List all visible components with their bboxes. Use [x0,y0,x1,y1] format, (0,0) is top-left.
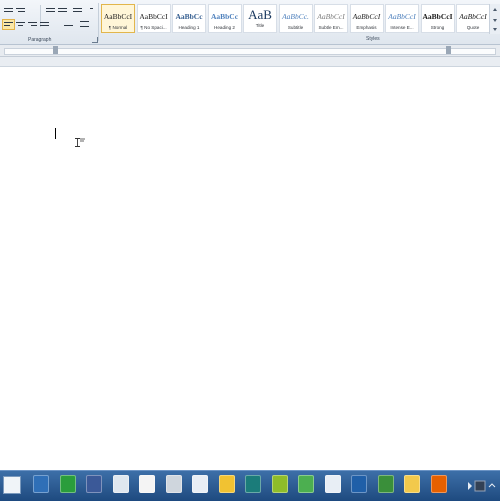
style-sample: AaBbCcI [315,8,347,25]
style-sample: AaBbCcI [386,8,418,25]
increase-indent-icon[interactable] [56,5,69,16]
style-sample: AaB [244,6,276,23]
mail-icon[interactable] [325,475,341,493]
style-tile-subtle-em[interactable]: AaBbCcISubtle Em... [314,4,348,33]
amazon-icon[interactable] [139,475,155,493]
publisher-icon[interactable] [245,475,261,493]
right-indent-marker[interactable] [446,46,451,54]
home-icon[interactable] [113,475,129,493]
folder-icon[interactable] [404,475,420,493]
media-center-icon[interactable] [60,475,76,493]
shading-icon[interactable] [62,19,75,30]
style-tile-strong[interactable]: AaBbCcIStrong [421,4,455,33]
separator [98,3,99,41]
ribbon-document-gap [0,57,500,67]
style-name: Heading 2 [209,25,241,30]
multilevel-list-icon[interactable] [14,5,27,16]
windows-explorer-icon[interactable] [33,475,49,493]
style-tile-emphasis[interactable]: AaBbCcIEmphasis [350,4,384,33]
styles-gallery: AaBbCcI¶ NormalAaBbCcI¶ No Spaci...AaBbC… [101,4,488,34]
document-icon[interactable] [192,475,208,493]
taskbar [0,470,500,501]
paragraph-group-label: Paragraph [28,37,51,43]
style-sample: AaBbCcI [457,8,489,25]
hulu-icon[interactable] [272,475,288,493]
project-icon[interactable] [378,475,394,493]
facebook-icon[interactable] [86,475,102,493]
style-name: Subtle Em... [315,25,347,30]
style-name: Title [244,23,276,28]
style-tile-title[interactable]: AaBTitle [243,4,277,33]
sort-icon[interactable] [71,5,84,16]
styles-gallery-scroll[interactable] [489,4,500,34]
outlook-icon[interactable] [351,475,367,493]
style-name: Quote [457,25,489,30]
style-sample: AaBbCc. [280,8,312,25]
style-tile-normal[interactable]: AaBbCcI¶ Normal [101,4,135,33]
text-cursor [55,128,56,139]
ribbon: Paragraph AaBbCcI¶ NormalAaBbCcI¶ No Spa… [0,0,500,45]
style-name: Subtitle [280,25,312,30]
style-name: Heading 1 [173,25,205,30]
paragraph-group: Paragraph [0,0,100,44]
style-tile-intense-e[interactable]: AaBbCcIIntense E... [385,4,419,33]
style-sample: AaBbCcI [102,8,134,25]
style-name: Strong [422,25,454,30]
styles-group-label: Styles [366,36,380,42]
show-hide-marks-icon[interactable] [85,5,98,16]
system-tray[interactable] [465,477,500,495]
style-tile-subtitle[interactable]: AaBbCc.Subtitle [279,4,313,33]
style-tile-heading-1[interactable]: AaBbCcHeading 1 [172,4,206,33]
style-sample: AaBbCcI [351,8,383,25]
chrome-icon[interactable] [298,475,314,493]
click-and-type-indicator-icon [80,138,86,143]
firefox-icon[interactable] [431,475,447,493]
document-page[interactable] [0,67,500,470]
style-sample: AaBbCc [209,8,241,25]
style-tile-heading-2[interactable]: AaBbCcHeading 2 [208,4,242,33]
ruler-track [4,48,496,55]
paint-icon[interactable] [219,475,235,493]
style-sample: AaBbCc [173,8,205,25]
style-name: Emphasis [351,25,383,30]
style-name: ¶ Normal [102,25,134,30]
gallery-scroll-arrows-icon [490,4,500,34]
printer-icon[interactable] [166,475,182,493]
start-button[interactable] [3,476,21,494]
style-tile-quote[interactable]: AaBbCcIQuote [456,4,490,33]
borders-icon[interactable] [78,19,91,30]
style-sample: AaBbCcI [422,8,454,25]
horizontal-ruler[interactable] [0,45,500,57]
style-name: Intense E... [386,25,418,30]
justify-icon[interactable] [38,19,51,30]
left-indent-marker[interactable] [53,46,58,54]
style-tile-no-spaci[interactable]: AaBbCcI¶ No Spaci... [137,4,171,33]
style-sample: AaBbCcI [138,8,170,25]
style-name: ¶ No Spaci... [138,25,170,30]
tray-icons [465,477,500,495]
